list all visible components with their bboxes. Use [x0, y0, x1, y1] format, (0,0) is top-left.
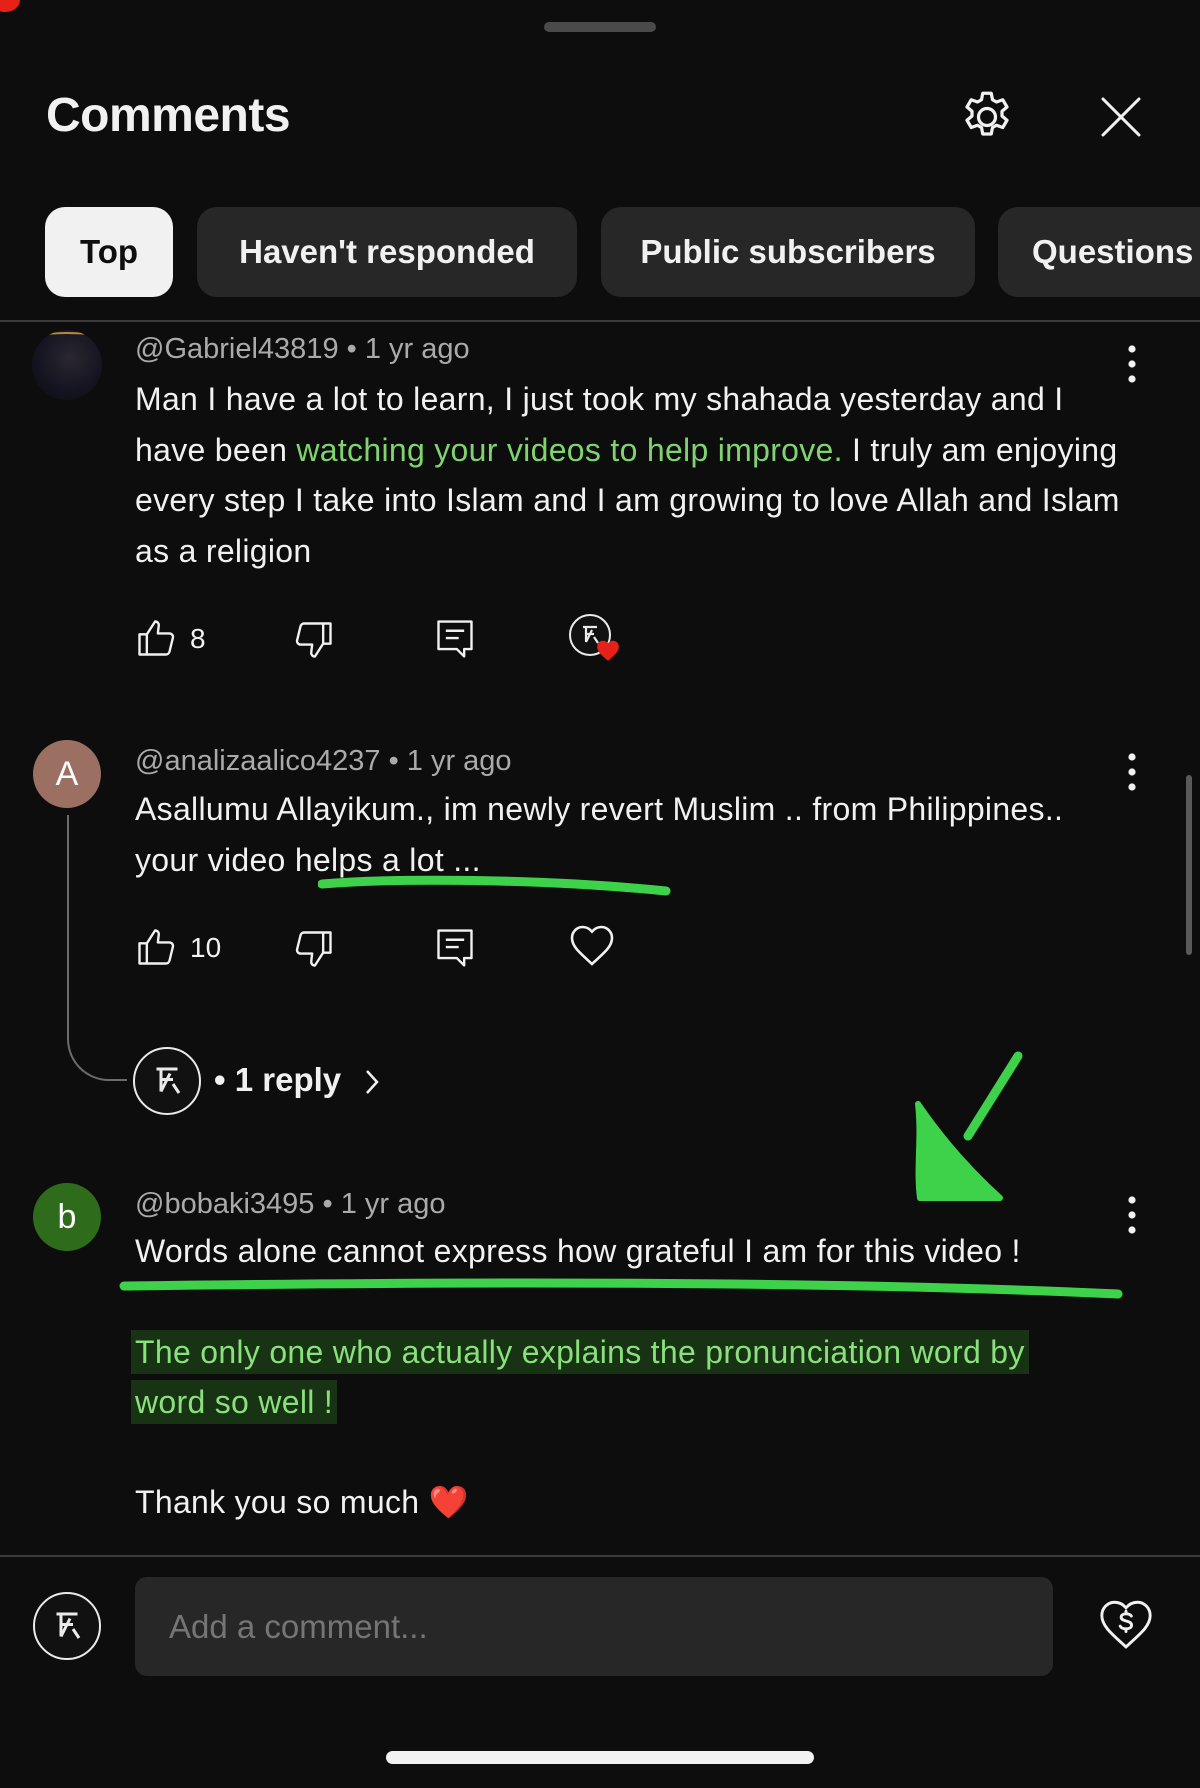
creator-avatar[interactable]: [133, 1047, 201, 1115]
green-arrow-annotation: [908, 1048, 1028, 1206]
reply-button[interactable]: [433, 616, 477, 662]
author-name[interactable]: @bobaki3495: [135, 1188, 314, 1220]
super-thanks-button[interactable]: [1094, 1592, 1158, 1656]
timestamp: • 1 yr ago: [388, 745, 512, 777]
comment-meta: @analizaalico4237 • 1 yr ago: [135, 745, 512, 778]
chip-havent-responded[interactable]: Haven't responded: [197, 207, 577, 297]
like-button[interactable]: [134, 925, 178, 969]
timestamp: • 1 yr ago: [346, 333, 470, 365]
page-title: Comments: [46, 89, 291, 142]
underlined-text: your video helps a lot: [135, 841, 445, 878]
thumbs-up-icon: [134, 925, 178, 969]
chevron-right-icon: [362, 1067, 382, 1097]
green-underline-annotation: [318, 874, 672, 896]
more-options-button[interactable]: [1112, 748, 1152, 796]
author-name[interactable]: @Gabriel43819: [135, 333, 339, 365]
avatar[interactable]: [32, 330, 102, 400]
author-name[interactable]: @analizaalico4237: [135, 745, 381, 777]
chip-top[interactable]: Top: [45, 207, 173, 297]
comment-meta: @bobaki3495 • 1 yr ago: [135, 1188, 445, 1221]
notification-dot: [0, 0, 20, 12]
highlighted-text: watching your videos to help improve.: [296, 431, 843, 468]
close-icon: [1097, 93, 1145, 141]
like-count: 10: [190, 932, 222, 963]
comment-reply-icon: [433, 925, 477, 971]
avatar[interactable]: A: [33, 740, 101, 808]
comment-reply-icon: [433, 616, 477, 662]
thumbs-down-icon: [292, 618, 336, 662]
like-button[interactable]: [134, 616, 178, 660]
super-thanks-icon: [1097, 1596, 1155, 1652]
home-indicator: [386, 1751, 814, 1764]
thumbs-down-icon: [292, 927, 336, 971]
filter-chips: Top Haven't responded Public subscribers…: [0, 207, 1200, 299]
comment-input[interactable]: [135, 1577, 1053, 1676]
thumbs-up-icon: [134, 616, 178, 660]
creator-heart-badge[interactable]: [569, 614, 619, 668]
comment-text-line: Words alone cannot express how grateful …: [135, 1233, 1021, 1269]
dislike-button[interactable]: [292, 927, 336, 971]
timestamp: • 1 yr ago: [322, 1188, 446, 1220]
comment-text-part: Asallumu Allayikum., im newly revert Mus…: [135, 791, 1064, 827]
heart-icon: [595, 638, 621, 662]
comment-text: Asallumu Allayikum., im newly revert Mus…: [135, 784, 1125, 885]
gear-icon: [957, 87, 1017, 147]
reply-thread-line: [67, 815, 127, 1081]
reply-button[interactable]: [433, 925, 477, 971]
comment-meta: @Gabriel43819 • 1 yr ago: [135, 333, 470, 366]
heart-button[interactable]: [568, 922, 616, 968]
like-count: 8: [190, 623, 206, 654]
avatar[interactable]: b: [33, 1183, 101, 1251]
view-replies-button[interactable]: • 1 reply: [214, 1061, 382, 1099]
highlighted-text: The only one who actually explains the p…: [135, 1334, 1025, 1370]
close-button[interactable]: [1089, 85, 1153, 149]
highlighted-text-line: The only one who actually explains the p…: [135, 1327, 1135, 1378]
chip-questions[interactable]: Questions: [998, 207, 1200, 297]
more-options-button[interactable]: [1112, 340, 1152, 388]
divider: [0, 320, 1200, 322]
scrollbar[interactable]: [1186, 775, 1192, 955]
more-options-button[interactable]: [1112, 1191, 1152, 1239]
dislike-button[interactable]: [292, 618, 336, 662]
comment-text-line: Thank you so much ❤️: [135, 1484, 469, 1520]
divider: [0, 1555, 1200, 1557]
chip-public-subscribers[interactable]: Public subscribers: [601, 207, 975, 297]
highlighted-text-line: word so well !: [135, 1377, 334, 1428]
reply-count: • 1 reply: [214, 1061, 342, 1098]
settings-button[interactable]: [955, 85, 1019, 149]
green-underline-annotation: [118, 1276, 1124, 1304]
highlighted-text: word so well !: [135, 1384, 334, 1420]
comment-text: Man I have a lot to learn, I just took m…: [135, 374, 1125, 576]
heart-outline-icon: [568, 922, 616, 968]
user-avatar[interactable]: [33, 1592, 101, 1660]
comment-text-part: ...: [444, 841, 481, 878]
drag-handle[interactable]: [544, 22, 656, 32]
